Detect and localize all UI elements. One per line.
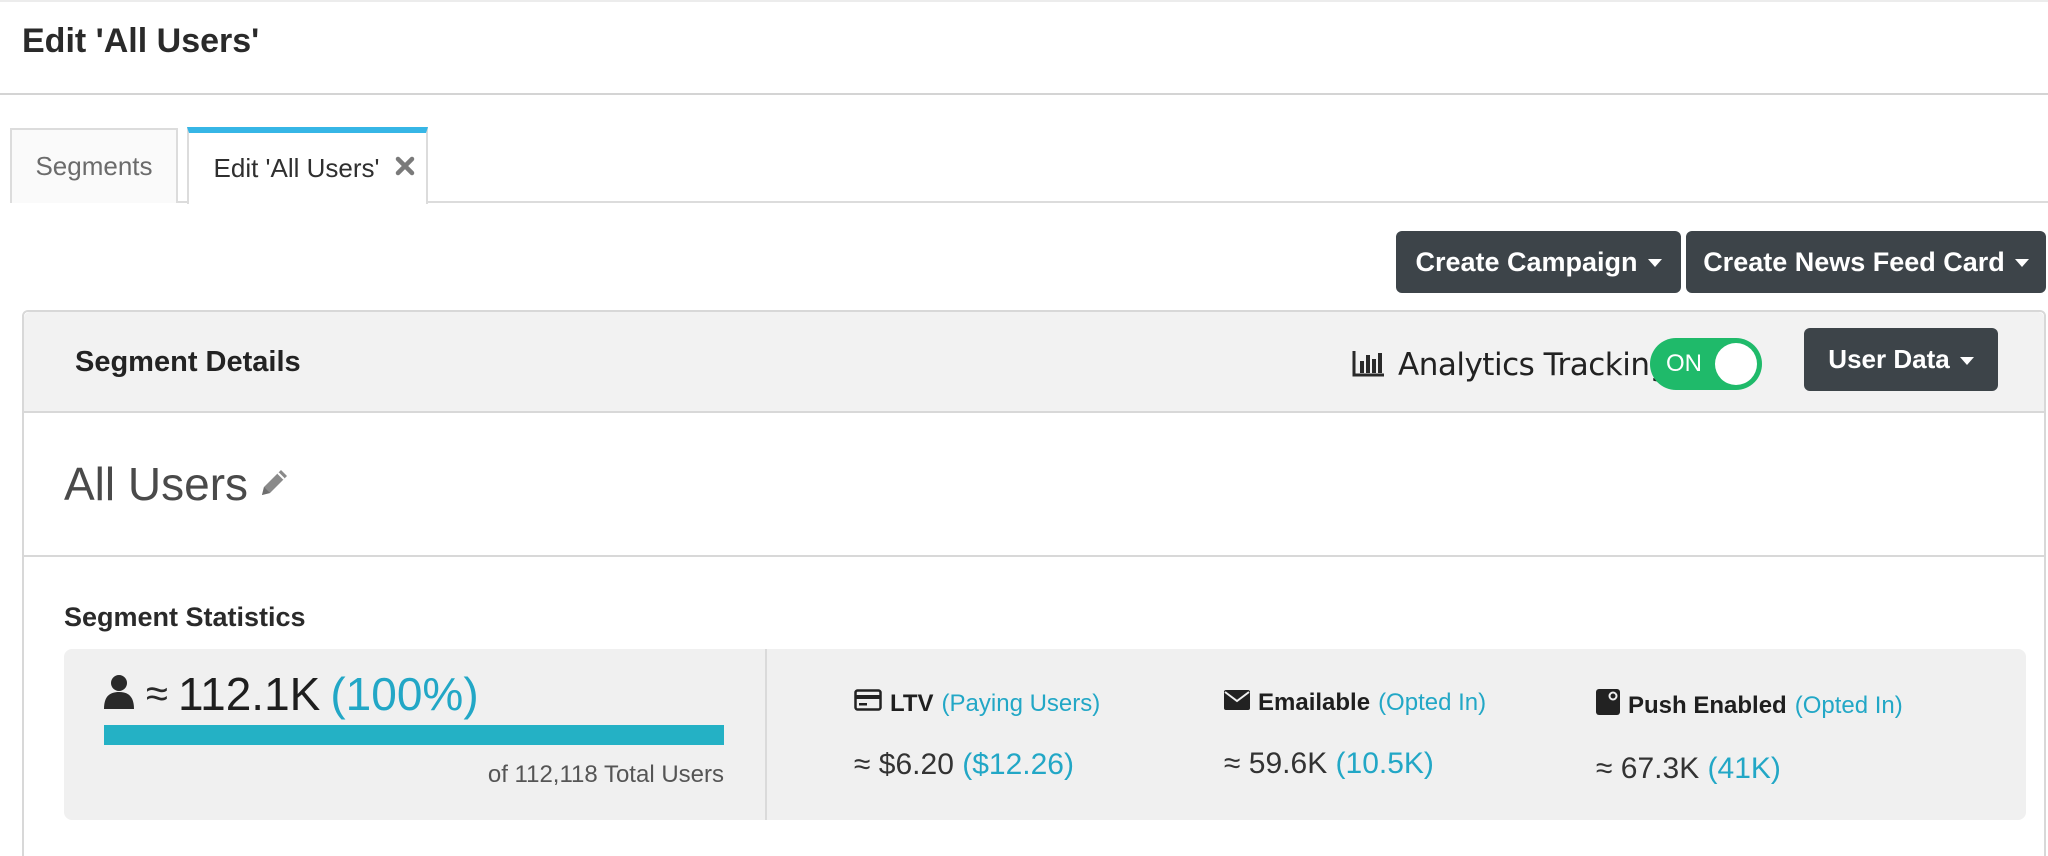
push-enabled-sub-label: (Opted In) <box>1794 691 1903 719</box>
create-campaign-button[interactable]: Create Campaign <box>1396 231 1681 293</box>
push-enabled-label: Push Enabled <box>1628 691 1787 719</box>
ltv-value: ≈ $6.20 <box>854 748 954 781</box>
emailable-value: ≈ 59.6K <box>1224 747 1328 780</box>
push-enabled-value: ≈ 67.3K <box>1596 752 1700 785</box>
push-enabled-metric: Push Enabled (Opted In) ≈ 67.3K (41K) <box>1596 689 1903 786</box>
emailable-sub-value: (10.5K) <box>1335 747 1434 780</box>
user-data-label: User Data <box>1828 344 1950 374</box>
caret-down-icon <box>1647 259 1662 267</box>
analytics-tracking-label: Analytics Tracking <box>1398 347 1669 383</box>
total-users-text: of 112,118 Total Users <box>487 761 724 788</box>
segment-name-row: All Users <box>24 413 2044 557</box>
tab-label: Segments <box>35 151 153 181</box>
push-notification-icon <box>1596 689 1620 722</box>
create-campaign-label: Create Campaign <box>1415 246 1638 277</box>
emailable-value-line: ≈ 59.6K (10.5K) <box>1224 747 1486 781</box>
toggle-state-label: ON <box>1666 350 1702 377</box>
caret-down-icon <box>2014 259 2029 267</box>
push-enabled-value-line: ≈ 67.3K (41K) <box>1596 752 1903 786</box>
user-percent: (100%) <box>330 668 479 720</box>
emailable-sub-label: (Opted In) <box>1378 689 1487 716</box>
user-data-button[interactable]: User Data <box>1804 328 1998 391</box>
ltv-sub-label: (Paying Users) <box>941 689 1101 717</box>
credit-card-icon <box>854 689 882 718</box>
user-count-line: ≈ 112.1K (100%) <box>102 667 479 721</box>
segment-name: All Users <box>64 458 249 510</box>
push-enabled-sub-value: (41K) <box>1707 752 1781 785</box>
emailable-label: Emailable <box>1258 689 1371 716</box>
segment-statistics-box: ≈ 112.1K (100%) of 112,118 Total Users L… <box>64 649 2026 820</box>
tab-edit-all-users[interactable]: Edit 'All Users' <box>187 127 428 204</box>
close-icon[interactable] <box>394 155 416 177</box>
tab-segments[interactable]: Segments <box>10 128 178 203</box>
create-news-feed-card-button[interactable]: Create News Feed Card <box>1686 231 2046 293</box>
bar-chart-icon <box>1352 349 1386 382</box>
panel-header: Segment Details Analytics Tracking ON Us… <box>24 312 2044 413</box>
user-progress-bar <box>104 725 724 745</box>
segment-statistics-title: Segment Statistics <box>64 602 306 632</box>
emailable-header: Emailable (Opted In) <box>1224 689 1486 717</box>
create-news-feed-card-label: Create News Feed Card <box>1703 246 2005 277</box>
emailable-metric: Emailable (Opted In) ≈ 59.6K (10.5K) <box>1224 689 1486 781</box>
user-icon <box>102 674 136 715</box>
stats-divider <box>765 649 767 820</box>
segment-details-panel: Segment Details Analytics Tracking ON Us… <box>22 310 2046 856</box>
ltv-header: LTV (Paying Users) <box>854 689 1100 718</box>
user-count: 112.1K <box>177 668 321 720</box>
ltv-sub-value: ($12.26) <box>962 748 1074 781</box>
analytics-tracking: Analytics Tracking <box>1352 342 1669 388</box>
pencil-icon[interactable] <box>256 465 292 501</box>
ltv-value-line: ≈ $6.20 ($12.26) <box>854 748 1100 782</box>
envelope-icon <box>1224 689 1250 717</box>
tab-label: Edit 'All Users' <box>213 153 380 183</box>
caret-down-icon <box>1959 356 1974 365</box>
page-header: Edit 'All Users' <box>0 0 2048 95</box>
push-enabled-header: Push Enabled (Opted In) <box>1596 689 1903 722</box>
page-title: Edit 'All Users' <box>22 22 260 60</box>
approx-symbol: ≈ <box>146 671 168 716</box>
toggle-knob <box>1715 343 1757 385</box>
analytics-tracking-toggle[interactable]: ON <box>1650 338 1762 390</box>
ltv-label: LTV <box>890 689 934 717</box>
ltv-metric: LTV (Paying Users) ≈ $6.20 ($12.26) <box>854 689 1100 782</box>
user-progress-fill <box>104 725 724 745</box>
segment-details-title: Segment Details <box>75 346 301 378</box>
